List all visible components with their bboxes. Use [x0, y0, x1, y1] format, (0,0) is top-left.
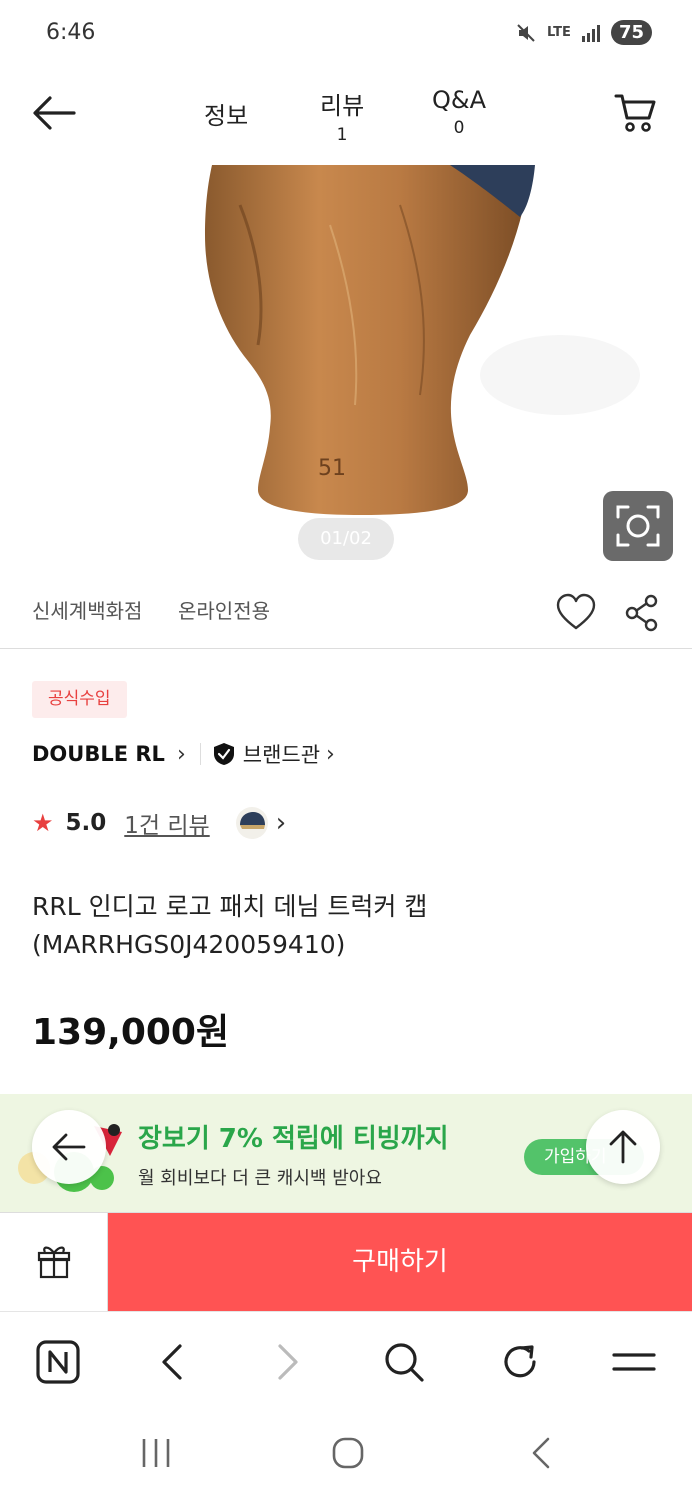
tab-info[interactable]: 정보 [204, 96, 248, 131]
banner-subtitle: 월 회비보다 더 큰 캐시백 받아요 [138, 1168, 382, 1189]
signal-icon [581, 24, 600, 42]
tab-review-count: 1 [336, 125, 348, 145]
banner-title: 장보기 7% 적립에 티빙까지 [138, 1124, 449, 1154]
brand-hall-link[interactable]: 브랜드관 [243, 739, 320, 769]
status-bar: 6:46 LTE 75 [0, 0, 692, 70]
buy-button[interactable]: 구매하기 [108, 1213, 692, 1312]
status-time: 6:46 [46, 20, 96, 45]
browser-forward-icon [278, 1344, 298, 1380]
system-back-icon[interactable] [522, 1435, 562, 1471]
brand-name[interactable]: DOUBLE RL [32, 742, 165, 766]
status-icons: LTE 75 [515, 20, 652, 45]
lens-search-button[interactable] [603, 491, 673, 561]
tab-review-label: 리뷰 [320, 92, 365, 120]
chevron-right-icon[interactable]: › [276, 808, 286, 838]
search-icon[interactable] [380, 1338, 428, 1386]
lens-icon [616, 505, 660, 547]
online-only-label: 온라인전용 [178, 599, 270, 623]
image-page-indicator: 01/02 [298, 518, 394, 560]
star-icon: ★ [32, 809, 54, 837]
official-import-badge: 공식수입 [32, 681, 127, 718]
chevron-right-icon: › [176, 741, 186, 767]
scroll-top-button[interactable] [586, 1110, 660, 1184]
tab-review[interactable]: 리뷰 1 [320, 86, 364, 145]
divider [199, 743, 201, 765]
product-title: RRL 인디고 로고 패치 데님 트럭커 캡(MARRHGS0J42005941… [32, 892, 428, 959]
browser-back-icon[interactable] [148, 1338, 196, 1386]
mute-icon [517, 23, 535, 42]
gift-button[interactable] [0, 1213, 108, 1312]
chevron-right-icon: › [326, 741, 335, 767]
back-arrow-icon [52, 1133, 86, 1161]
naver-icon[interactable] [34, 1338, 82, 1386]
rating-value: 5.0 [65, 810, 107, 836]
top-bar: 정보 리뷰 1 Q&A 0 [0, 70, 692, 165]
department-label: 신세계백화점 [32, 599, 143, 623]
network-label: LTE [547, 25, 571, 40]
tab-qa-count: 0 [453, 118, 465, 138]
cart-icon[interactable] [614, 90, 658, 134]
arrow-up-icon [609, 1130, 637, 1164]
system-nav-bar [0, 1407, 692, 1500]
battery-level: 75 [610, 20, 652, 45]
refresh-icon[interactable] [496, 1338, 544, 1386]
browser-toolbar [0, 1311, 692, 1407]
tab-qa[interactable]: Q&A 0 [432, 86, 486, 138]
back-arrow-icon[interactable] [30, 92, 78, 134]
share-icon[interactable] [622, 593, 662, 633]
shield-icon [213, 743, 234, 765]
brand-row: DOUBLE RL › 브랜드관 › [32, 738, 335, 770]
gift-icon [37, 1246, 71, 1279]
recent-apps-icon[interactable] [136, 1435, 176, 1471]
floating-back-button[interactable] [32, 1110, 106, 1184]
tab-info-label: 정보 [204, 102, 249, 130]
tab-qa-label: Q&A [432, 86, 487, 114]
store-row: 신세계백화점 온라인전용 [0, 585, 692, 649]
review-photo-thumbnail[interactable] [235, 807, 268, 839]
svg-text:51: 51 [318, 456, 346, 481]
menu-icon[interactable] [610, 1338, 658, 1386]
rating-row: ★ 5.0 1건 리뷰 › [32, 805, 286, 841]
review-count-link[interactable]: 1건 리뷰 [124, 806, 209, 840]
buy-bar: 구매하기 [0, 1212, 692, 1312]
home-icon[interactable] [328, 1435, 368, 1471]
heart-icon[interactable] [556, 593, 596, 633]
product-price: 139,000원 [32, 1012, 230, 1053]
